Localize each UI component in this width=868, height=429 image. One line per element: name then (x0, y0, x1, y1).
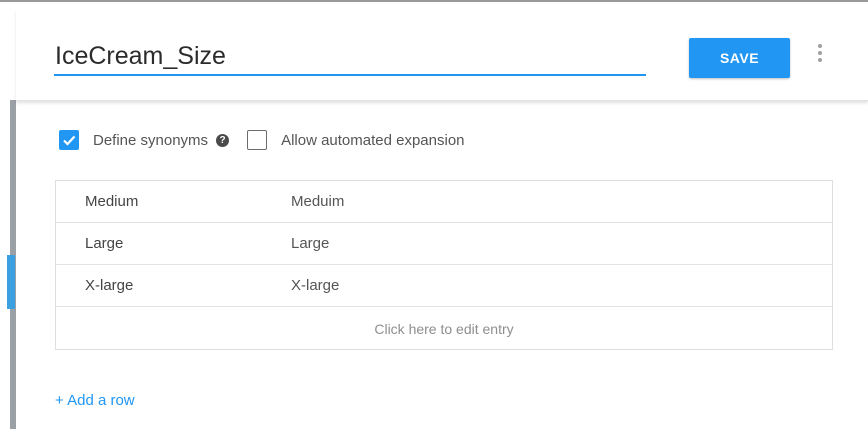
entry-synonyms[interactable]: Large (291, 223, 329, 265)
edit-entry-row[interactable]: Click here to edit entry (56, 308, 832, 350)
entry-value[interactable]: Medium (85, 181, 138, 223)
define-synonyms-checkbox[interactable] (59, 130, 79, 150)
entry-value[interactable]: Large (85, 223, 123, 265)
entity-header: SAVE (16, 10, 868, 101)
table-row[interactable]: Large Large (56, 223, 832, 265)
entity-options: Define synonyms ? Allow automated expans… (59, 128, 465, 152)
help-icon[interactable]: ? (216, 133, 230, 147)
entry-synonyms[interactable]: X-large (291, 265, 339, 307)
window-top-edge (0, 0, 868, 10)
entity-name-input[interactable] (54, 38, 646, 76)
entries-table: Medium Meduim Large Large X-large X-larg… (55, 180, 833, 350)
more-vertical-icon[interactable] (816, 44, 824, 66)
table-row[interactable]: Medium Meduim (56, 181, 832, 223)
define-synonyms-label: Define synonyms (93, 131, 209, 149)
left-scrollbar-thumb[interactable] (7, 255, 15, 309)
checkmark-icon (63, 135, 76, 146)
entry-synonyms[interactable]: Meduim (291, 181, 344, 223)
save-button[interactable]: SAVE (689, 38, 790, 78)
allow-automated-expansion-label: Allow automated expansion (281, 131, 465, 149)
add-row-link[interactable]: + Add a row (55, 392, 135, 409)
entry-value[interactable]: X-large (85, 265, 133, 307)
allow-automated-expansion-checkbox[interactable] (247, 130, 268, 150)
table-row[interactable]: X-large X-large (56, 265, 832, 307)
